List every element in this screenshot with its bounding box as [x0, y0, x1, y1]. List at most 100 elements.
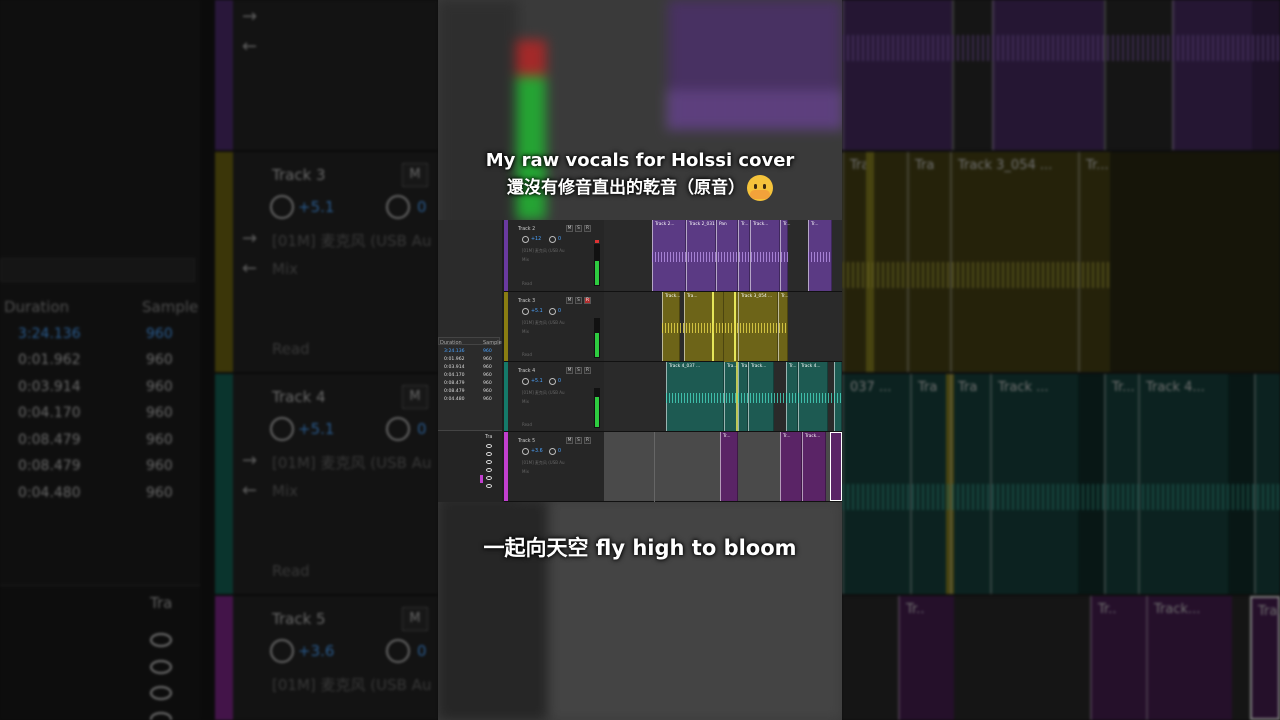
solo-button[interactable]: S [575, 437, 582, 444]
record-arm-button[interactable]: R [584, 367, 591, 374]
file-rate: 960 [146, 405, 173, 421]
clip-label: Track ... [998, 380, 1049, 395]
clip-label: Track 3_054 ... [958, 158, 1053, 173]
mute-button[interactable]: M [566, 225, 573, 232]
file-duration[interactable]: 0:08.479 [444, 389, 465, 394]
track-name[interactable]: Track 3 [518, 299, 535, 304]
output-label: Mix [272, 260, 298, 278]
pan-value[interactable]: 0 [558, 449, 561, 454]
automation-label[interactable]: Read [522, 422, 532, 427]
pan-knob-icon[interactable] [549, 308, 556, 315]
input-arrow-icon: → [242, 6, 258, 27]
mute-button: M [402, 385, 428, 409]
file-duration[interactable]: 0:04.480 [444, 397, 465, 402]
volume-knob-icon[interactable] [522, 236, 529, 243]
volume-knob-icon[interactable] [522, 308, 529, 315]
clip-label: Tr.. [1098, 602, 1117, 617]
solo-button[interactable]: S [575, 297, 582, 304]
clip-label: Tr... [1086, 158, 1109, 173]
track-header[interactable]: Track 4 M S R +5.1 0 [01M] 麦克风 (USB Au M… [504, 362, 604, 432]
input-label[interactable]: [01M] 麦克风 (USB Au [522, 460, 565, 466]
output-label[interactable]: Mix [522, 329, 529, 334]
file-rate: 960 [483, 397, 492, 402]
volume-value[interactable]: +12 [531, 237, 541, 242]
file-duration[interactable]: 0:03.914 [444, 365, 465, 370]
solo-button[interactable]: S [575, 225, 582, 232]
output-label[interactable]: Mix [522, 399, 529, 404]
mute-button: M [402, 163, 428, 187]
audio-clip[interactable]: Tr... [780, 432, 802, 501]
track-name: Track 4 [272, 388, 326, 406]
file-duration[interactable]: 0:04.170 [444, 373, 465, 378]
file-duration: 0:01.962 [18, 352, 81, 368]
sample-header[interactable]: Sample [483, 340, 502, 346]
volume-value[interactable]: +5.1 [531, 379, 543, 384]
volume-knob-icon [270, 417, 294, 441]
track-header[interactable]: Track 5 M S R +3.6 0 [01M] 麦克风 (USB Au M… [504, 432, 604, 502]
clip-label: Tra [958, 380, 978, 395]
track-lane[interactable]: Track 4_037 ... Tra... Tra... Track... T… [604, 362, 842, 432]
track-header[interactable]: Track 2 M S R +12 0 [01M] 麦克风 (USB Au Mi… [504, 220, 604, 292]
volume-value[interactable]: +5.1 [531, 309, 543, 314]
track-name: Track 5 [272, 610, 326, 628]
file-rate: 960 [146, 432, 173, 448]
eye-icon[interactable] [486, 460, 492, 464]
track-name[interactable]: Track 5 [518, 439, 535, 444]
automation-label[interactable]: Read [522, 281, 532, 286]
pan-value[interactable]: 0 [558, 237, 561, 242]
eye-icon[interactable] [486, 484, 492, 488]
pan-value[interactable]: 0 [558, 309, 561, 314]
pan-value: 0 [417, 642, 427, 660]
record-arm-button[interactable]: R [584, 297, 591, 304]
track-lane[interactable]: Track 2... Track 2_031 Pan Tr... Track..… [604, 220, 842, 292]
file-duration[interactable]: 3:24.136 [444, 349, 465, 354]
track-name[interactable]: Track 4 [518, 369, 535, 374]
volume-knob-icon[interactable] [522, 378, 529, 385]
track-lane[interactable]: Tr... Tr... Track... [604, 432, 842, 502]
file-rate: 960 [146, 458, 173, 474]
eye-icon[interactable] [486, 468, 492, 472]
mute-button[interactable]: M [566, 367, 573, 374]
solo-button[interactable]: S [575, 367, 582, 374]
pan-knob-icon[interactable] [549, 236, 556, 243]
input-label[interactable]: [01M] 麦克风 (USB Au [522, 320, 565, 326]
output-label[interactable]: Mix [522, 257, 529, 262]
video-frame: { "captions": { "line1": "My raw vocals … [0, 0, 1280, 720]
track-name[interactable]: Track 2 [518, 227, 535, 232]
file-duration[interactable]: 0:01.962 [444, 357, 465, 362]
eye-icon[interactable] [486, 452, 492, 456]
dock-title: Tra [485, 434, 493, 440]
input-label[interactable]: [01M] 麦克风 (USB Au [522, 390, 565, 396]
clip-label: Tra [915, 158, 935, 173]
output-arrow-icon: ← [242, 480, 258, 501]
input-label[interactable]: [01M] 麦克风 (USB Au [522, 248, 565, 254]
lane-zoom: Tr.. Tr.. Track... Track [842, 596, 1280, 720]
volume-value[interactable]: +3.6 [531, 449, 543, 454]
automation-label[interactable]: Read [522, 352, 532, 357]
duration-header[interactable]: Duration [440, 340, 462, 346]
record-arm-button[interactable]: R [584, 437, 591, 444]
output-label[interactable]: Mix [522, 469, 529, 474]
dock-title: Tra [150, 594, 173, 612]
file-duration[interactable]: 0:08.479 [444, 381, 465, 386]
audio-clip[interactable]: Track... [802, 432, 826, 501]
file-duration: 0:04.170 [18, 405, 81, 421]
mute-button[interactable]: M [566, 437, 573, 444]
eye-icon[interactable] [486, 444, 492, 448]
file-rate: 960 [483, 373, 492, 378]
volume-knob-icon[interactable] [522, 448, 529, 455]
output-arrow-icon: ← [242, 258, 258, 279]
file-duration: 0:08.479 [18, 458, 81, 474]
eye-icon[interactable] [486, 476, 492, 480]
record-arm-button[interactable]: R [584, 225, 591, 232]
audio-clip[interactable]: Tr... [720, 432, 738, 501]
pan-value[interactable]: 0 [558, 379, 561, 384]
mute-button[interactable]: M [566, 297, 573, 304]
track-header[interactable]: Track 3 M S R +5.1 0 [01M] 麦克风 (USB Au M… [504, 292, 604, 362]
output-label: Mix [272, 482, 298, 500]
pan-knob-icon[interactable] [549, 378, 556, 385]
pan-knob-icon[interactable] [549, 448, 556, 455]
audio-clip-selected[interactable] [830, 432, 842, 501]
track-lane[interactable]: Track... Tra... Track 3_054 ... Tr... [604, 292, 842, 362]
eye-icon [150, 712, 172, 720]
